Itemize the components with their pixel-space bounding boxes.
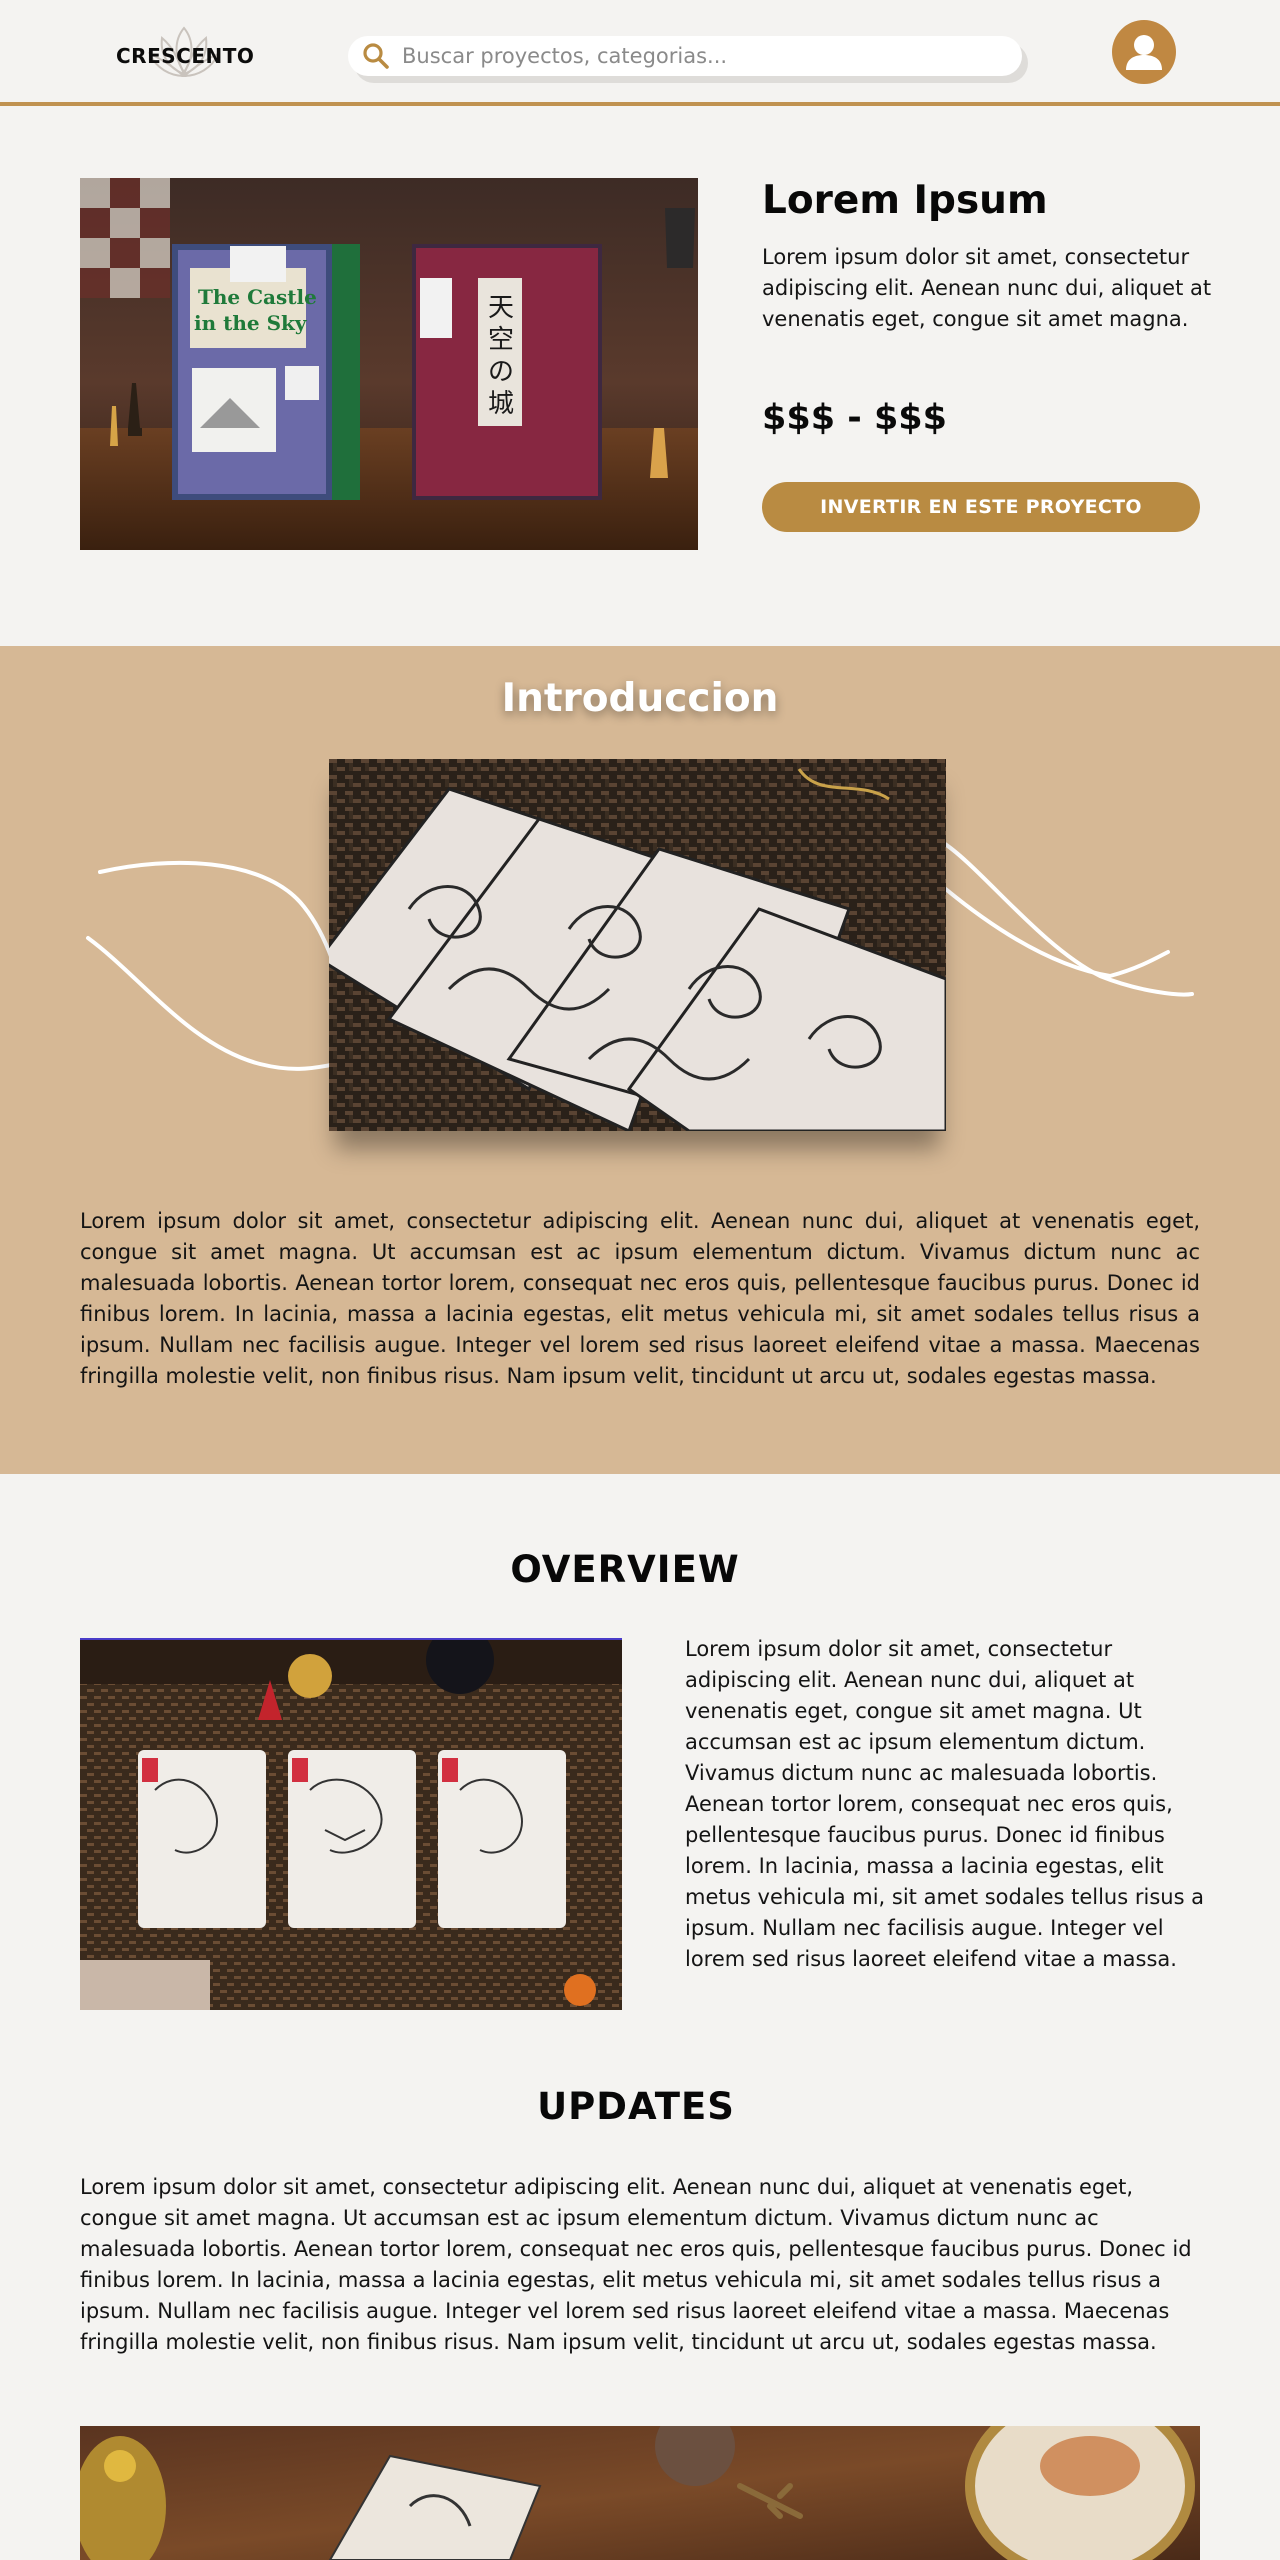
site-header: CRESCENTO (0, 0, 1280, 106)
search-input[interactable] (402, 36, 1002, 76)
price-range: $$$ - $$$ (762, 398, 948, 438)
svg-text:空: 空 (488, 325, 514, 355)
intro-section: Introduccion Lorem ipsum dolor sit amet,… (0, 646, 1280, 1474)
user-avatar-button[interactable] (1112, 20, 1176, 84)
invest-button[interactable]: INVERTIR EN ESTE PROYECTO (762, 482, 1200, 532)
search-bar (348, 36, 1022, 76)
intro-title: Introduccion (501, 676, 779, 721)
intro-image (329, 759, 946, 1131)
updates-body: Lorem ipsum dolor sit amet, consectetur … (80, 2175, 1192, 2354)
svg-text:城: 城 (488, 389, 514, 419)
updates-title: UPDATES (537, 2085, 735, 2128)
svg-text:The Castle: The Castle (198, 285, 317, 309)
overview-body: Lorem ipsum dolor sit amet, consectetur … (685, 1637, 1205, 1971)
svg-text:天: 天 (488, 293, 514, 323)
overview-title: OVERVIEW (510, 1548, 740, 1591)
project-description: Lorem ipsum dolor sit amet, consectetur … (762, 245, 1212, 331)
brand-name: CRESCENTO (116, 44, 255, 68)
updates-image (80, 2426, 1200, 2560)
user-avatar-icon (1126, 35, 1162, 70)
svg-text:の: の (488, 357, 514, 387)
svg-text:in the Sky: in the Sky (194, 311, 308, 335)
project-title: Lorem Ipsum (762, 178, 1048, 223)
overview-image (80, 1638, 622, 2010)
search-icon[interactable] (362, 42, 390, 70)
project-hero-image: The Castle in the Sky 天 空 の 城 (80, 178, 698, 550)
brand-logo[interactable]: CRESCENTO (116, 24, 256, 86)
intro-body: Lorem ipsum dolor sit amet, consectetur … (80, 1209, 1200, 1388)
